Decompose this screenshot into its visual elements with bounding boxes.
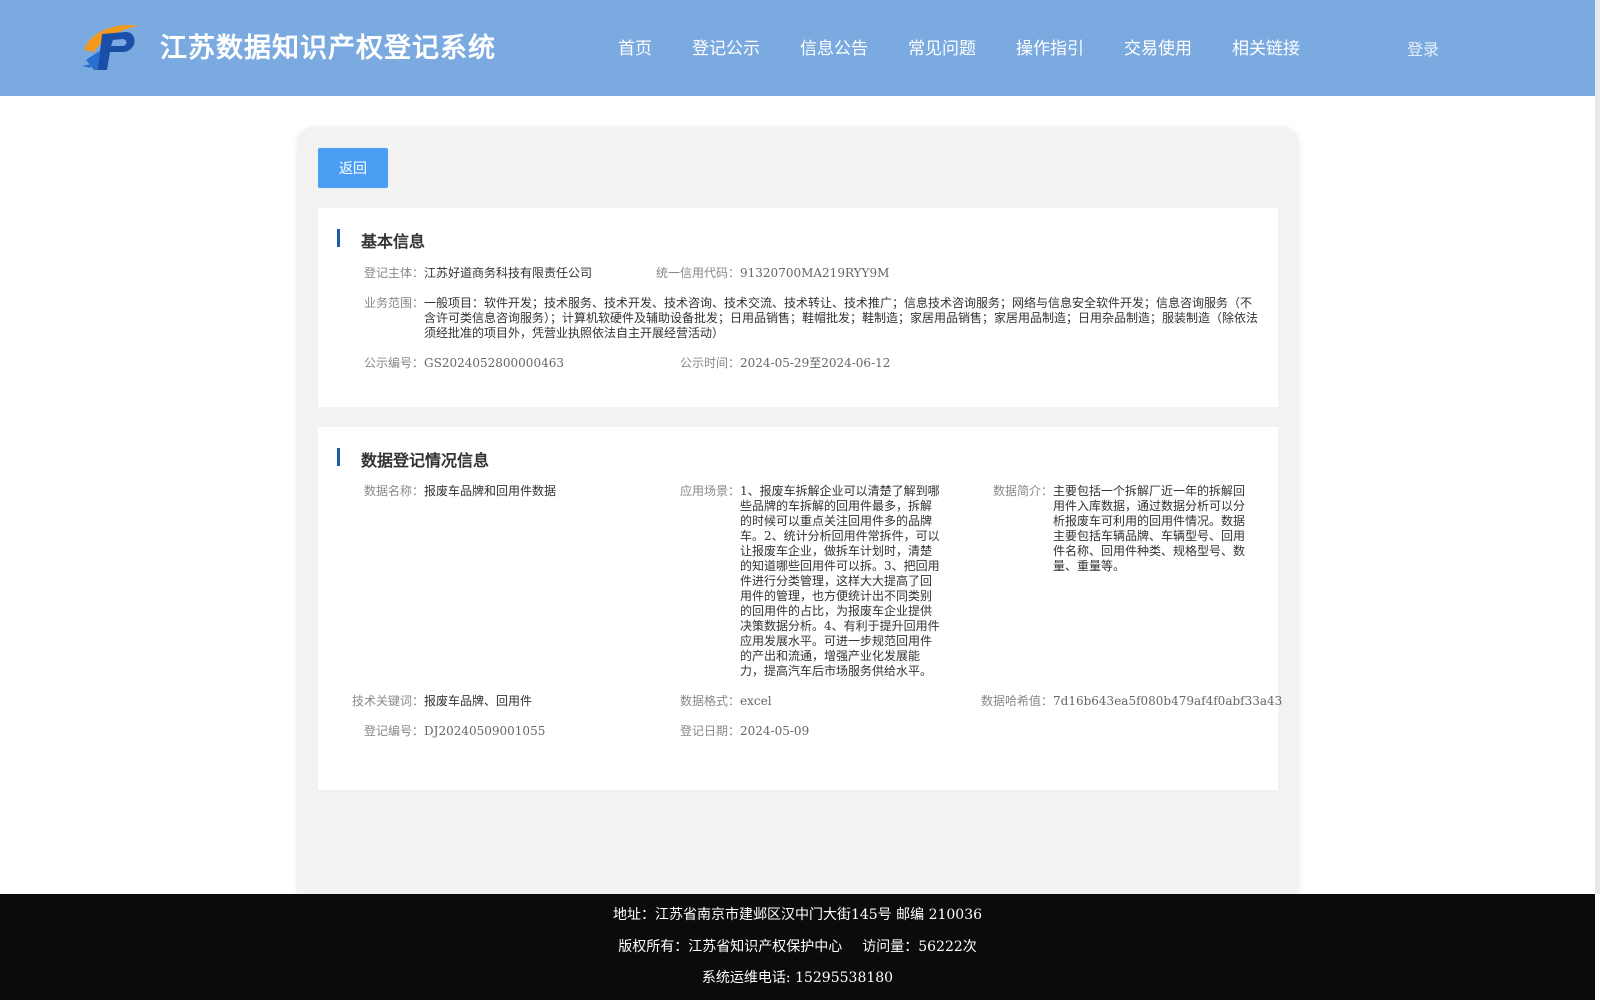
- field-label: 公示编号：: [364, 356, 425, 370]
- footer-phone: 系统运维电话: 15295538180: [701, 970, 894, 986]
- field-label: 应用场景：: [680, 484, 741, 498]
- field-label: 统一信用代码：: [656, 266, 741, 280]
- main-nav: 首页 登记公示 信息公告 常见问题 操作指引 交易使用 相关链接: [618, 34, 1340, 59]
- section-accent-bar: [337, 229, 340, 247]
- nav-guide[interactable]: 操作指引: [1016, 34, 1084, 59]
- field-value: 江苏好道商务科技有限责任公司: [424, 266, 593, 280]
- field-data-name: 数据名称： 报废车品牌和回用件数据: [364, 484, 556, 499]
- field-label: 数据格式：: [680, 694, 741, 708]
- field-label: 数据哈希值：: [981, 694, 1054, 708]
- data-registration-section: 数据登记情况信息 数据名称： 报废车品牌和回用件数据 应用场景： 1、报废车拆解…: [318, 427, 1282, 790]
- field-value: 2024-05-09: [740, 724, 810, 738]
- nav-home[interactable]: 首页: [618, 34, 652, 59]
- detail-card: 返回 基本信息 登记主体： 江苏好道商务科技有限责任公司 统一信用代码： 913…: [297, 127, 1299, 899]
- section-title: 数据登记情况信息: [361, 451, 490, 470]
- site-title: 江苏数据知识产权登记系统: [160, 33, 496, 64]
- field-label: 业务范围：: [364, 296, 425, 310]
- field-value: GS2024052800000463: [424, 356, 564, 370]
- field-publicity-no: 公示编号： GS2024052800000463: [364, 356, 564, 371]
- section-title: 基本信息: [361, 232, 426, 251]
- field-value: DJ20240509001055: [424, 724, 546, 738]
- field-subject: 登记主体： 江苏好道商务科技有限责任公司: [364, 266, 592, 281]
- field-value: 报废车品牌和回用件数据: [424, 484, 557, 498]
- field-data-format: 数据格式： excel: [680, 694, 772, 709]
- nav-registration-publicity[interactable]: 登记公示: [692, 34, 760, 59]
- field-value: excel: [740, 694, 772, 708]
- field-tech-keywords: 技术关键词： 报废车品牌、回用件: [352, 694, 532, 709]
- field-value: 主要包括一个拆解厂近一年的拆解回用件入库数据，通过数据分析可以分析报废车可利用的…: [1053, 484, 1246, 573]
- field-business-scope: 业务范围： 一般项目：软件开发；技术服务、技术开发、技术咨询、技术交流、技术转让…: [364, 296, 1264, 341]
- section-accent-bar: [337, 448, 340, 466]
- field-label: 登记日期：: [680, 724, 741, 738]
- field-application-scene: 应用场景： 1、报废车拆解企业可以清楚了解到哪些品牌的车拆解的回用件最多，拆解的…: [680, 484, 942, 679]
- field-value: 报废车品牌、回用件: [424, 694, 533, 708]
- field-value: 7d16b643ea5f080b479af4f0abf33a43: [1053, 694, 1283, 708]
- footer-address: 地址：江苏省南京市建邺区汉中门大街145号 邮编 210036: [612, 907, 983, 923]
- nav-announcements[interactable]: 信息公告: [800, 34, 868, 59]
- field-label: 公示时间：: [680, 356, 741, 370]
- nav-links[interactable]: 相关链接: [1232, 34, 1300, 59]
- field-data-hash: 数据哈希值： 7d16b643ea5f080b479af4f0abf33a43: [981, 694, 1282, 709]
- nav-faq[interactable]: 常见问题: [908, 34, 976, 59]
- field-registration-no: 登记编号： DJ20240509001055: [364, 724, 545, 739]
- p-logo-icon[interactable]: [80, 20, 140, 72]
- login-link[interactable]: 登录: [1407, 36, 1439, 60]
- page-footer: 地址：江苏省南京市建邺区汉中门大街145号 邮编 210036 版权所有：江苏省…: [0, 894, 1595, 1000]
- field-label: 数据名称：: [364, 484, 425, 498]
- back-button[interactable]: 返回: [318, 148, 388, 188]
- field-label: 登记编号：: [364, 724, 425, 738]
- scrollbar[interactable]: [1595, 0, 1600, 894]
- field-value: 1、报废车拆解企业可以清楚了解到哪些品牌的车拆解的回用件最多，拆解的时候可以重点…: [740, 484, 940, 678]
- basic-info-section: 基本信息 登记主体： 江苏好道商务科技有限责任公司 统一信用代码： 913207…: [318, 208, 1278, 407]
- footer-visits: 访问量：56222次: [862, 939, 977, 955]
- field-credit-code: 统一信用代码： 91320700MA219RYY9M: [656, 266, 889, 281]
- top-header: 江苏数据知识产权登记系统 首页 登记公示 信息公告 常见问题 操作指引 交易使用…: [0, 0, 1595, 96]
- field-data-intro: 数据简介： 主要包括一个拆解厂近一年的拆解回用件入库数据，通过数据分析可以分析报…: [993, 484, 1249, 574]
- field-registration-date: 登记日期： 2024-05-09: [680, 724, 809, 739]
- field-label: 登记主体：: [364, 266, 425, 280]
- nav-trading[interactable]: 交易使用: [1124, 34, 1192, 59]
- field-value: 91320700MA219RYY9M: [740, 266, 890, 280]
- field-label: 技术关键词：: [352, 694, 425, 708]
- footer-copyright: 版权所有：江苏省知识产权保护中心: [618, 939, 843, 955]
- field-publicity-time: 公示时间： 2024-05-29至2024-06-12: [680, 356, 890, 371]
- footer-copyright-line: 版权所有：江苏省知识产权保护中心 访问量：56222次: [0, 936, 1595, 956]
- field-value: 2024-05-29至2024-06-12: [740, 356, 891, 370]
- field-value: 一般项目：软件开发；技术服务、技术开发、技术咨询、技术交流、技术转让、技术推广；…: [424, 296, 1259, 340]
- field-label: 数据简介：: [993, 484, 1054, 498]
